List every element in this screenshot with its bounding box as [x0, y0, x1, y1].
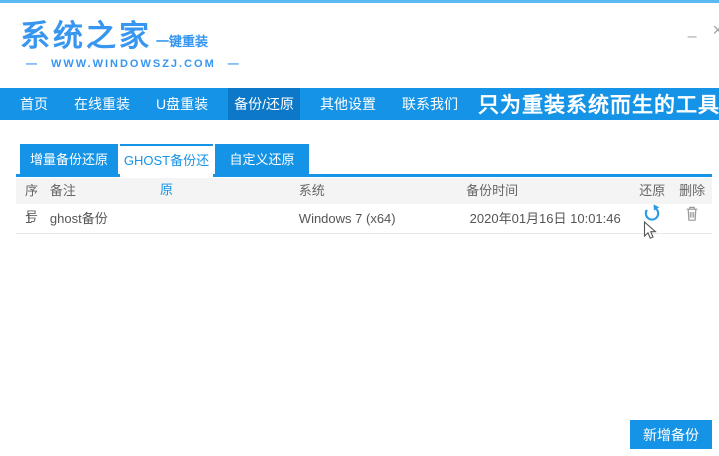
- row-delete-cell: [672, 204, 712, 233]
- col-header-restore: 还原: [632, 178, 672, 204]
- content-area: 增量备份还原 GHOST备份还原 自定义还原 序号 备注 系统 备份时间 还原 …: [0, 144, 719, 234]
- table-row: 1 ghost备份 Windows 7 (x64) 2020年01月16日 10…: [16, 204, 712, 234]
- website-row: — WWW.WINDOWSZJ.COM —: [20, 58, 719, 70]
- tabs: 增量备份还原 GHOST备份还原 自定义还原: [20, 144, 712, 177]
- website-url: WWW.WINDOWSZJ.COM: [51, 58, 216, 70]
- app-header: 系统之家 一键重装 — WWW.WINDOWSZJ.COM — – ×: [0, 3, 719, 88]
- row-index: 1: [16, 204, 50, 233]
- nav-item-usb-reinstall[interactable]: U盘重装: [150, 88, 214, 120]
- navbar-slogan: 只为重装系统而生的工具: [478, 89, 719, 119]
- row-system: Windows 7 (x64): [299, 204, 458, 233]
- table-header-row: 序号 备注 系统 备份时间 还原 删除: [16, 178, 712, 204]
- close-button[interactable]: ×: [712, 21, 719, 39]
- delete-trash-icon[interactable]: [684, 203, 700, 233]
- col-header-delete: 删除: [672, 178, 712, 204]
- col-header-index: 序号: [16, 178, 50, 204]
- minimize-button[interactable]: –: [688, 21, 697, 45]
- row-note: ghost备份: [50, 204, 299, 233]
- add-backup-button[interactable]: 新增备份: [630, 420, 712, 449]
- tab-ghost-backup-restore[interactable]: GHOST备份还原: [120, 144, 213, 177]
- decor-dash-right: —: [228, 58, 241, 70]
- backup-tabstrip: 增量备份还原 GHOST备份还原 自定义还原: [16, 144, 712, 177]
- app-window: 系统之家 一键重装 — WWW.WINDOWSZJ.COM — – × 首页 在…: [0, 0, 719, 456]
- brand-row: 系统之家 一键重装: [20, 20, 719, 53]
- nav-item-contact-us[interactable]: 联系我们: [396, 88, 464, 120]
- decor-dash-left: —: [26, 58, 39, 70]
- brand-logo-text: 系统之家: [20, 20, 152, 53]
- row-backup-time: 2020年01月16日 10:01:46: [458, 204, 632, 233]
- nav-item-backup-restore[interactable]: 备份/还原: [228, 88, 300, 120]
- col-header-system: 系统: [299, 178, 458, 204]
- main-navbar: 首页 在线重装 U盘重装 备份/还原 其他设置 联系我们 只为重装系统而生的工具: [0, 88, 719, 120]
- window-controls: – ×: [688, 21, 719, 45]
- nav-item-other-settings[interactable]: 其他设置: [314, 88, 382, 120]
- nav-item-online-reinstall[interactable]: 在线重装: [68, 88, 136, 120]
- row-restore-cell: [632, 204, 672, 233]
- tab-custom-restore[interactable]: 自定义还原: [215, 144, 309, 177]
- nav-item-home[interactable]: 首页: [14, 88, 54, 120]
- col-header-note: 备注: [50, 178, 299, 204]
- col-header-backup-time: 备份时间: [458, 178, 632, 204]
- restore-icon[interactable]: [643, 203, 661, 233]
- brand-tagline: 一键重装: [156, 31, 208, 50]
- tab-incremental-backup-restore[interactable]: 增量备份还原: [20, 144, 118, 177]
